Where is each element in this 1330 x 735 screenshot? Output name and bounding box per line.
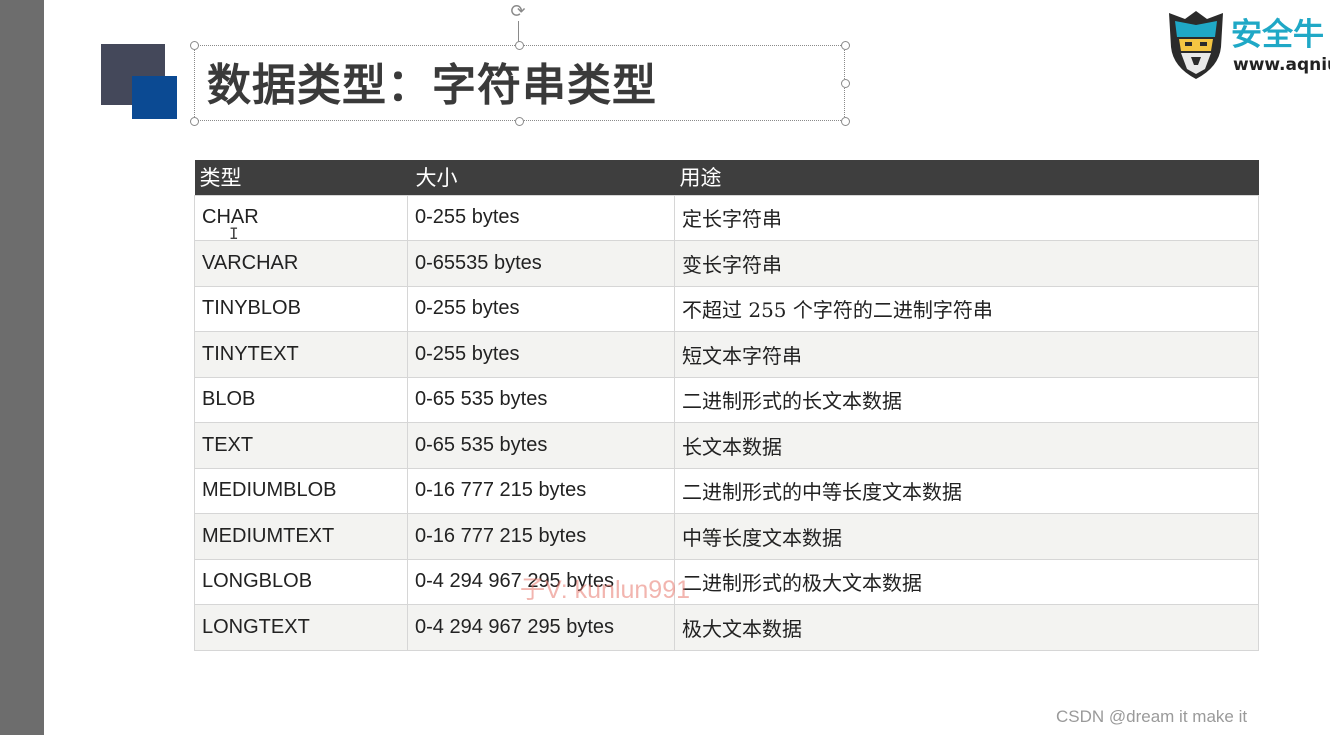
cell-size: 0-65 535 bytes	[407, 422, 675, 469]
resize-handle-top[interactable]	[515, 41, 524, 50]
table-row: LONGBLOB 0-4 294 967 295 bytes 二进制形式的极大文…	[194, 558, 1259, 605]
cell-type: MEDIUMTEXT	[194, 513, 408, 560]
cell-size: 0-255 bytes	[407, 194, 675, 241]
cell-type: CHAR	[194, 194, 408, 241]
resize-handle-right[interactable]	[841, 79, 850, 88]
table-row: LONGTEXT 0-4 294 967 295 bytes 极大文本数据	[194, 604, 1259, 651]
csdn-credit: CSDN @dream it make it	[1056, 707, 1248, 726]
table-row: MEDIUMBLOB 0-16 777 215 bytes 二进制形式的中等长度…	[194, 467, 1259, 514]
cell-size: 0-255 bytes	[407, 331, 675, 378]
table-row: TINYBLOB 0-255 bytes 不超过 255 个字符的二进制字符串	[194, 285, 1259, 332]
resize-handle-top-right[interactable]	[841, 41, 850, 50]
cell-use: 极大文本数据	[674, 604, 1259, 651]
cell-use: 短文本字符串	[674, 331, 1259, 378]
cell-use: 变长字符串	[674, 240, 1259, 287]
resize-handle-bottom-right[interactable]	[841, 117, 850, 126]
resize-handle-top-left[interactable]	[190, 41, 199, 50]
table-row: TINYTEXT 0-255 bytes 短文本字符串	[194, 331, 1259, 378]
cell-use: 长文本数据	[674, 422, 1259, 469]
cell-type: LONGBLOB	[194, 558, 408, 605]
cell-size: 0-16 777 215 bytes	[407, 513, 675, 560]
cell-size: 0-255 bytes	[407, 285, 675, 332]
cell-use: 二进制形式的极大文本数据	[674, 558, 1259, 605]
cell-type: TEXT	[194, 422, 408, 469]
text-cursor-icon: I	[229, 224, 239, 243]
cell-type: TINYTEXT	[194, 331, 408, 378]
cell-use: 二进制形式的中等长度文本数据	[674, 467, 1259, 514]
cell-use: 不超过 255 个字符的二进制字符串	[674, 285, 1259, 332]
header-type: 类型	[194, 160, 408, 195]
logo-url: www.aqniu	[1233, 55, 1330, 75]
shield-mascot-icon	[1169, 11, 1223, 79]
cell-size: 0-65535 bytes	[407, 240, 675, 287]
table-header-row: 类型 大小 用途	[194, 160, 1259, 195]
cell-size: 0-16 777 215 bytes	[407, 467, 675, 514]
table-row: BLOB 0-65 535 bytes 二进制形式的长文本数据	[194, 376, 1259, 423]
table-row: CHAR 0-255 bytes 定长字符串	[194, 194, 1259, 241]
resize-handle-bottom[interactable]	[515, 117, 524, 126]
cell-size: 0-4 294 967 295 bytes	[407, 558, 675, 605]
cell-use: 定长字符串	[674, 194, 1259, 241]
header-use: 用途	[674, 160, 1259, 195]
cell-type: BLOB	[194, 376, 408, 423]
cell-type: LONGTEXT	[194, 604, 408, 651]
rotate-icon[interactable]: ⟳	[509, 3, 527, 21]
table-row: TEXT 0-65 535 bytes 长文本数据	[194, 422, 1259, 469]
string-types-table[interactable]: 类型 大小 用途 CHAR 0-255 bytes 定长字符串 VARCHAR …	[194, 160, 1259, 651]
resize-handle-bottom-left[interactable]	[190, 117, 199, 126]
table-row: MEDIUMTEXT 0-16 777 215 bytes 中等长度文本数据	[194, 513, 1259, 560]
header-size: 大小	[407, 160, 675, 195]
left-panel-strip	[0, 0, 44, 735]
cell-type: MEDIUMBLOB	[194, 467, 408, 514]
cell-use: 二进制形式的长文本数据	[674, 376, 1259, 423]
cell-use: 中等长度文本数据	[674, 513, 1259, 560]
cell-size: 0-65 535 bytes	[407, 376, 675, 423]
cell-size: 0-4 294 967 295 bytes	[407, 604, 675, 651]
brand-logo: 安全牛 www.aqniu	[1165, 7, 1330, 82]
cell-type: VARCHAR	[194, 240, 408, 287]
slide-canvas[interactable]: ⟳ 数据类型：字符串类型 安全牛 www.aqniu 类型 大小 用途 CHAR…	[44, 0, 1330, 735]
decor-square-blue	[132, 76, 177, 119]
logo-wordmark: 安全牛	[1231, 17, 1324, 53]
table-row: VARCHAR 0-65535 bytes 变长字符串	[194, 240, 1259, 287]
cell-type: TINYBLOB	[194, 285, 408, 332]
slide-title[interactable]: 数据类型：字符串类型	[207, 56, 657, 116]
